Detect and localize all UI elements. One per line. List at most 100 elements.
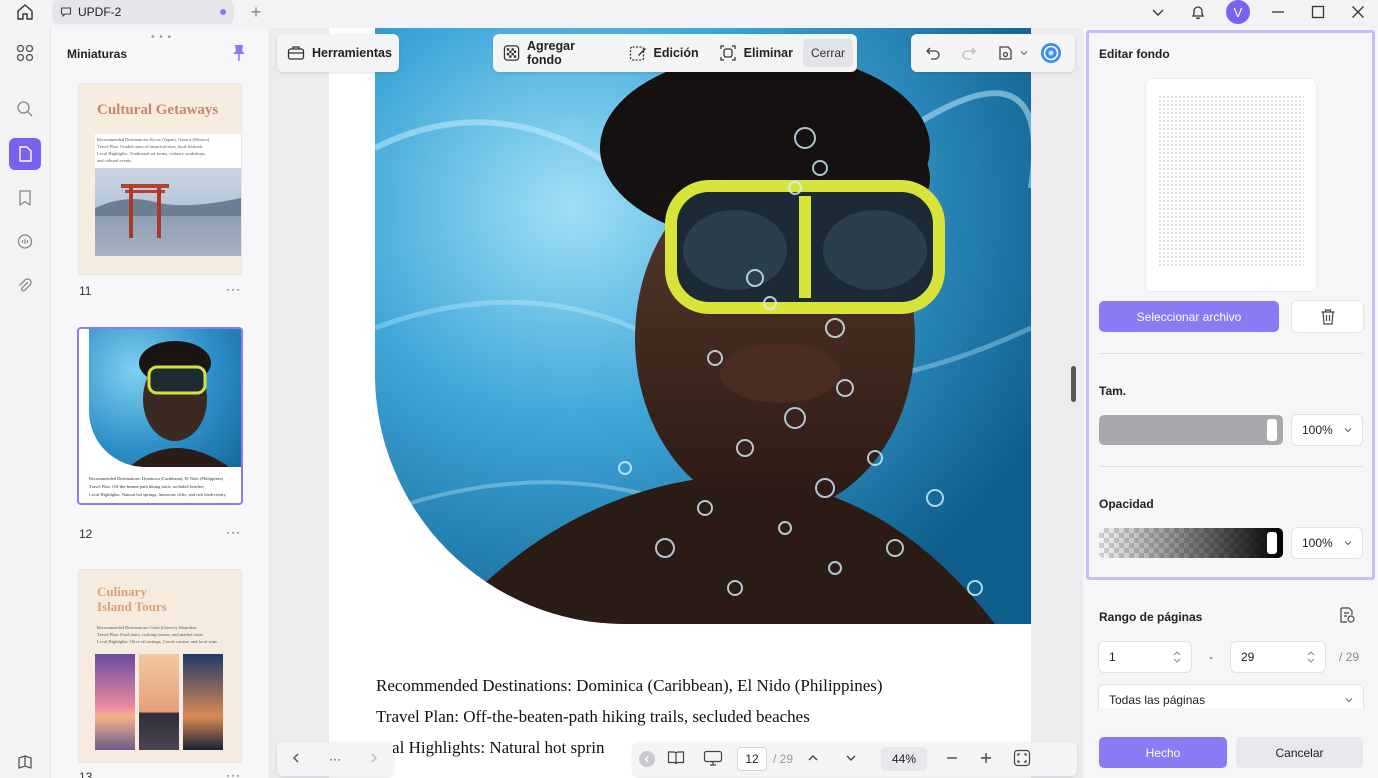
- minimize-button[interactable]: [1258, 0, 1298, 24]
- rail-bookmarks[interactable]: [9, 182, 41, 214]
- edit-pattern-icon: [629, 46, 646, 61]
- remove-background-label: Eliminar: [743, 46, 793, 60]
- range-to-value: 29: [1241, 650, 1255, 664]
- ai-assistant-button[interactable]: [1036, 38, 1066, 68]
- chevron-left-icon: [644, 756, 649, 762]
- size-label: Tam.: [1099, 384, 1127, 398]
- unsaved-dot: [220, 9, 226, 15]
- range-from-input[interactable]: 1: [1099, 642, 1191, 672]
- rail-search[interactable]: [9, 93, 41, 125]
- vertical-scrollbar[interactable]: [1071, 366, 1076, 402]
- zoom-in-button[interactable]: [979, 751, 993, 768]
- rail-layers[interactable]: [9, 746, 41, 778]
- more-options-button[interactable]: ···: [329, 752, 341, 766]
- paperclip-icon: [19, 278, 32, 292]
- add-background-label: Agregar fondo: [527, 39, 575, 67]
- chevron-up-icon: [808, 754, 818, 760]
- thumb-line: Local Highlights: Traditional art forms,…: [97, 151, 206, 156]
- thumb-image-sunset-2: [139, 654, 179, 750]
- size-value: 100%: [1302, 423, 1333, 437]
- add-background-button[interactable]: Agregar fondo: [493, 38, 619, 68]
- zoom-out-button[interactable]: [945, 751, 959, 768]
- tools-button[interactable]: Herramientas: [277, 38, 402, 68]
- notifications-button[interactable]: [1178, 0, 1218, 24]
- save-button[interactable]: [989, 38, 1032, 68]
- slider-handle[interactable]: [1267, 532, 1277, 554]
- thumbnail-page-number: 11: [79, 284, 92, 298]
- page-range-settings-button[interactable]: [1338, 606, 1356, 627]
- trash-icon: [1321, 308, 1334, 325]
- chevron-down-icon: [1344, 428, 1352, 433]
- actions-card: [911, 34, 1075, 72]
- user-avatar[interactable]: V: [1226, 0, 1250, 24]
- thumbnail-more-button[interactable]: ···: [226, 525, 241, 539]
- chevron-down-icon: [1020, 51, 1028, 56]
- thumbnail-more-button[interactable]: ···: [226, 768, 241, 778]
- opacity-value: 100%: [1302, 536, 1333, 550]
- close-window-button[interactable]: [1338, 0, 1378, 24]
- thumb-line: Local Highlights: Natural hot springs, l…: [89, 492, 226, 497]
- slider-handle[interactable]: [1267, 419, 1277, 441]
- tabs-dropdown-button[interactable]: [1138, 0, 1178, 24]
- previous-button[interactable]: [290, 752, 302, 767]
- range-total: / 29: [1339, 650, 1360, 664]
- thumb-title: Cultural Getaways: [97, 102, 219, 118]
- toolbox-icon: [287, 46, 305, 60]
- thumbnail-nav-bar: ···: [277, 742, 393, 776]
- divider: [1099, 353, 1363, 354]
- thumbnail-page-13[interactable]: Culinary Island Tours Recommended Destin…: [79, 570, 241, 762]
- tab-label: UPDF-2: [78, 5, 122, 19]
- pin-button[interactable]: [231, 44, 247, 65]
- undo-button[interactable]: [917, 38, 949, 68]
- size-select[interactable]: 100%: [1292, 415, 1362, 445]
- maximize-button[interactable]: [1298, 0, 1338, 24]
- size-slider[interactable]: [1099, 415, 1283, 445]
- presentation-icon: [703, 750, 723, 766]
- fit-page-button[interactable]: [1013, 749, 1031, 770]
- cancel-button[interactable]: Cancelar: [1236, 737, 1363, 768]
- next-page-button[interactable]: [845, 752, 857, 767]
- document-viewport[interactable]: Recommended Destinations: Dominica (Cari…: [271, 28, 1083, 778]
- delete-file-button[interactable]: [1292, 301, 1363, 332]
- redo-button[interactable]: [953, 38, 985, 68]
- search-icon: [17, 101, 33, 117]
- presentation-button[interactable]: [703, 750, 723, 769]
- next-button[interactable]: [368, 752, 380, 767]
- collapse-bar-button[interactable]: [639, 751, 655, 767]
- reading-mode-button[interactable]: [667, 750, 685, 769]
- close-background-button[interactable]: Cerrar: [802, 39, 853, 67]
- thumbnail-page-11[interactable]: Cultural Getaways Recommended Destinatio…: [79, 84, 241, 274]
- done-button[interactable]: Hecho: [1099, 737, 1227, 768]
- document-page: Recommended Destinations: Dominica (Cari…: [329, 28, 1031, 778]
- rail-comments[interactable]: [9, 226, 41, 258]
- panel-grip[interactable]: • • •: [151, 32, 172, 43]
- edit-background-panel: Editar fondo Seleccionar archivo Tam. 10…: [1083, 28, 1378, 778]
- thumb-title-line: Island Tours: [97, 599, 167, 614]
- rail-thumbnails[interactable]: [9, 138, 41, 170]
- page-nav-bar: 12 / 29 44%: [633, 742, 1077, 776]
- new-tab-button[interactable]: +: [246, 2, 266, 22]
- zoom-level[interactable]: 44%: [881, 747, 928, 771]
- page-range-label: Rango de páginas: [1099, 610, 1203, 624]
- document-tab[interactable]: UPDF-2: [52, 0, 234, 24]
- thumbnails-panel: • • • Miniaturas Cultural Getaways Recom…: [50, 28, 270, 778]
- remove-background-button[interactable]: Eliminar: [709, 38, 803, 68]
- stepper-icon: [1173, 651, 1181, 663]
- chevron-down-icon: [1344, 541, 1352, 546]
- range-to-input[interactable]: 29: [1231, 642, 1325, 672]
- thumbnail-page-12[interactable]: Recommended Destinations: Dominica (Cari…: [79, 329, 241, 503]
- opacity-slider[interactable]: [1099, 528, 1283, 558]
- previous-page-button[interactable]: [807, 752, 819, 767]
- divider: [1099, 466, 1363, 467]
- home-button[interactable]: [10, 0, 40, 24]
- edit-background-button[interactable]: Edición: [619, 38, 709, 68]
- chevron-down-icon: [846, 755, 856, 761]
- select-file-button[interactable]: Seleccionar archivo: [1099, 301, 1279, 332]
- page-number-input[interactable]: 12: [737, 747, 767, 771]
- opacity-select[interactable]: 100%: [1292, 528, 1362, 558]
- page-settings-icon: [1340, 607, 1355, 623]
- rail-attachments[interactable]: [9, 270, 41, 302]
- stepper-icon: [1307, 651, 1315, 663]
- rail-tools[interactable]: [9, 37, 41, 69]
- thumbnail-more-button[interactable]: ···: [226, 282, 241, 296]
